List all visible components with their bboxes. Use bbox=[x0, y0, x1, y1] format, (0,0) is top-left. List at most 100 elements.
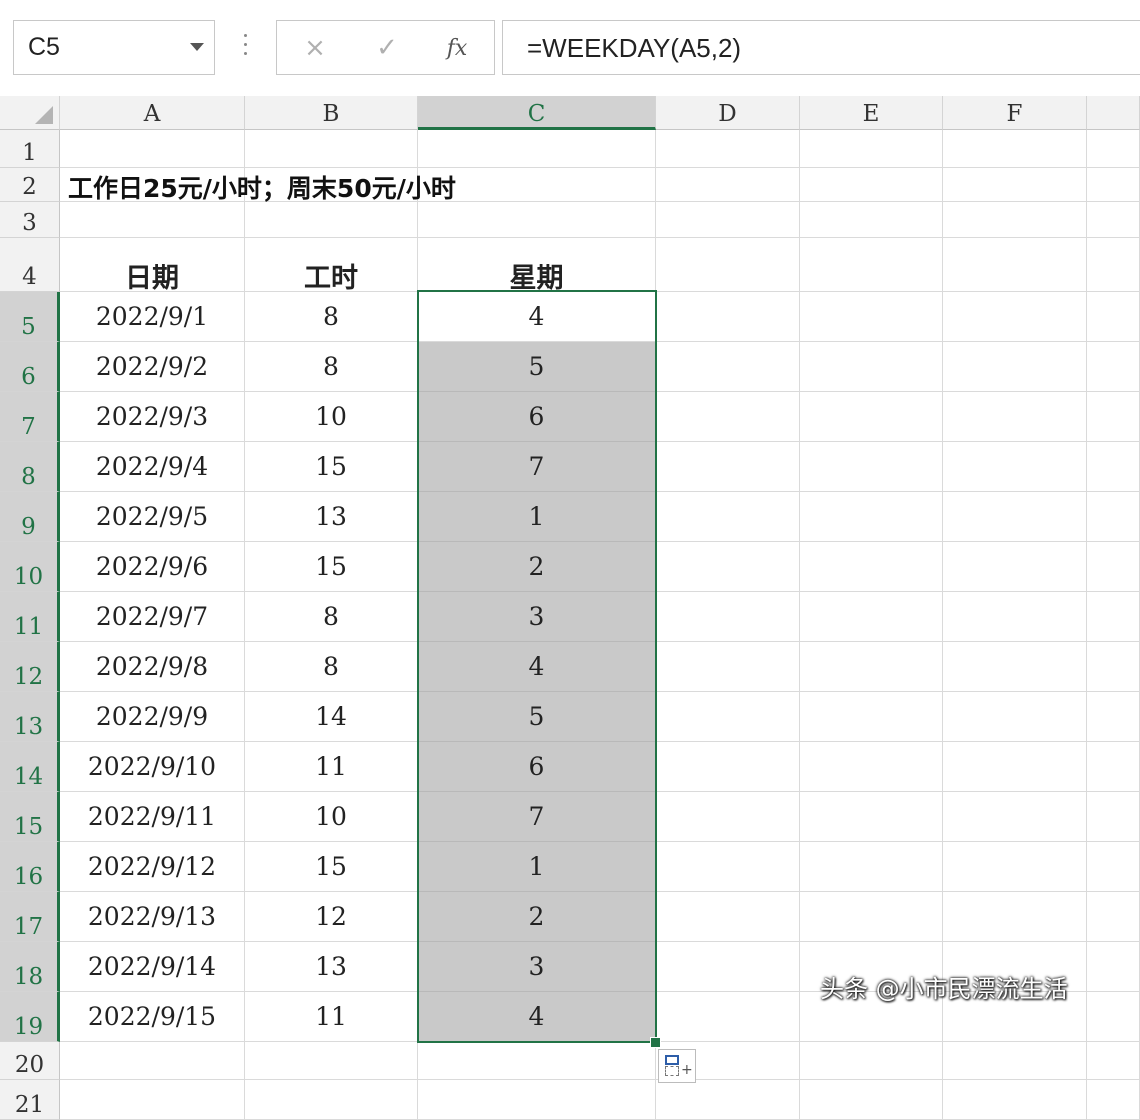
cell[interactable] bbox=[800, 292, 943, 342]
cell[interactable] bbox=[1087, 1080, 1140, 1120]
header-cell-hours[interactable]: 工时 bbox=[245, 238, 418, 294]
cell[interactable] bbox=[656, 1080, 800, 1120]
row-header-17[interactable]: 17 bbox=[0, 892, 60, 942]
cell[interactable] bbox=[1087, 842, 1140, 892]
cell[interactable] bbox=[656, 202, 800, 238]
data-cell-date[interactable]: 2022/9/6 bbox=[60, 542, 245, 592]
row-header-9[interactable]: 9 bbox=[0, 492, 60, 542]
cell[interactable] bbox=[1087, 642, 1140, 692]
data-cell-hours[interactable]: 14 bbox=[245, 692, 418, 742]
row-header-20[interactable]: 20 bbox=[0, 1042, 60, 1080]
cell[interactable] bbox=[1087, 792, 1140, 842]
data-cell-weekday[interactable]: 1 bbox=[418, 842, 656, 892]
cell[interactable] bbox=[800, 1042, 943, 1080]
data-cell-weekday[interactable]: 3 bbox=[418, 592, 656, 642]
cell[interactable] bbox=[1087, 942, 1140, 992]
data-cell-date[interactable]: 2022/9/14 bbox=[60, 942, 245, 992]
column-header-a[interactable]: A bbox=[60, 96, 245, 130]
cell[interactable] bbox=[800, 692, 943, 742]
spreadsheet-grid[interactable]: A B C D E F 1 2 3 4 5 6 7 8 9 10 11 12 13 14 15 16 17 18 19 20 21 日… bbox=[0, 96, 1140, 1120]
cell[interactable] bbox=[943, 202, 1087, 238]
data-cell-hours[interactable]: 8 bbox=[245, 592, 418, 642]
cell[interactable] bbox=[1087, 1042, 1140, 1080]
cell[interactable] bbox=[800, 842, 943, 892]
cell[interactable] bbox=[800, 342, 943, 392]
data-cell-hours[interactable]: 8 bbox=[245, 642, 418, 692]
cell[interactable] bbox=[800, 1080, 943, 1120]
cell[interactable] bbox=[656, 542, 800, 592]
cell[interactable] bbox=[1087, 202, 1140, 238]
cell[interactable] bbox=[943, 1080, 1087, 1120]
cell[interactable] bbox=[800, 238, 943, 292]
cell[interactable] bbox=[943, 592, 1087, 642]
cell[interactable] bbox=[943, 892, 1087, 942]
data-cell-date[interactable]: 2022/9/5 bbox=[60, 492, 245, 542]
data-cell-date[interactable]: 2022/9/2 bbox=[60, 342, 245, 392]
column-header-f[interactable]: F bbox=[943, 96, 1087, 130]
header-cell-weekday[interactable]: 星期 bbox=[418, 238, 656, 294]
name-box[interactable]: C5 bbox=[13, 20, 215, 75]
cell[interactable] bbox=[656, 992, 800, 1042]
cell[interactable] bbox=[656, 392, 800, 442]
cell[interactable] bbox=[800, 442, 943, 492]
cell[interactable] bbox=[943, 792, 1087, 842]
cell[interactable] bbox=[656, 842, 800, 892]
row-header-12[interactable]: 12 bbox=[0, 642, 60, 692]
row-header-14[interactable]: 14 bbox=[0, 742, 60, 792]
data-cell-date[interactable]: 2022/9/8 bbox=[60, 642, 245, 692]
data-cell-hours[interactable]: 13 bbox=[245, 942, 418, 992]
cell[interactable] bbox=[1087, 592, 1140, 642]
cell[interactable] bbox=[656, 292, 800, 342]
cell[interactable] bbox=[656, 592, 800, 642]
cell[interactable] bbox=[943, 130, 1087, 168]
cell[interactable] bbox=[943, 168, 1087, 202]
data-cell-hours[interactable]: 11 bbox=[245, 742, 418, 792]
row-header-5[interactable]: 5 bbox=[0, 292, 60, 342]
data-cell-date[interactable]: 2022/9/3 bbox=[60, 392, 245, 442]
cell[interactable] bbox=[60, 1042, 245, 1080]
cell[interactable] bbox=[656, 442, 800, 492]
cell[interactable] bbox=[1087, 692, 1140, 742]
data-cell-weekday[interactable]: 6 bbox=[418, 742, 656, 792]
column-header-b[interactable]: B bbox=[245, 96, 418, 130]
column-header-d[interactable]: D bbox=[656, 96, 800, 130]
column-header-c[interactable]: C bbox=[418, 96, 656, 130]
cell[interactable] bbox=[943, 842, 1087, 892]
cell[interactable] bbox=[656, 130, 800, 168]
cell[interactable] bbox=[800, 168, 943, 202]
data-cell-hours[interactable]: 15 bbox=[245, 842, 418, 892]
cell[interactable] bbox=[943, 1042, 1087, 1080]
cell[interactable] bbox=[1087, 130, 1140, 168]
row-header-4[interactable]: 4 bbox=[0, 238, 60, 292]
cell[interactable] bbox=[1087, 342, 1140, 392]
cell[interactable] bbox=[245, 130, 418, 168]
data-cell-hours[interactable]: 8 bbox=[245, 342, 418, 392]
cell[interactable] bbox=[656, 642, 800, 692]
data-cell-hours[interactable]: 10 bbox=[245, 792, 418, 842]
row-header-21[interactable]: 21 bbox=[0, 1080, 60, 1120]
cell[interactable] bbox=[1087, 292, 1140, 342]
row-header-15[interactable]: 15 bbox=[0, 792, 60, 842]
data-cell-hours[interactable]: 15 bbox=[245, 542, 418, 592]
cell[interactable] bbox=[800, 542, 943, 592]
cell[interactable] bbox=[60, 130, 245, 168]
row-header-13[interactable]: 13 bbox=[0, 692, 60, 742]
column-header-next[interactable] bbox=[1087, 96, 1140, 130]
cell[interactable] bbox=[1087, 238, 1140, 292]
insert-function-icon[interactable]: fx bbox=[427, 21, 487, 76]
cell[interactable] bbox=[943, 742, 1087, 792]
data-cell-weekday[interactable]: 3 bbox=[418, 942, 656, 992]
data-cell-weekday[interactable]: 5 bbox=[418, 692, 656, 742]
cell[interactable] bbox=[245, 1080, 418, 1120]
data-cell-date[interactable]: 2022/9/1 bbox=[60, 292, 245, 342]
row-header-7[interactable]: 7 bbox=[0, 392, 60, 442]
fill-handle[interactable] bbox=[650, 1037, 661, 1048]
row-header-1[interactable]: 1 bbox=[0, 130, 60, 168]
row-header-2[interactable]: 2 bbox=[0, 168, 60, 202]
cell[interactable] bbox=[1087, 442, 1140, 492]
data-cell-weekday[interactable]: 2 bbox=[418, 892, 656, 942]
cell[interactable] bbox=[1087, 992, 1140, 1042]
cell[interactable] bbox=[943, 692, 1087, 742]
cell[interactable] bbox=[656, 238, 800, 292]
data-cell-weekday[interactable]: 2 bbox=[418, 542, 656, 592]
